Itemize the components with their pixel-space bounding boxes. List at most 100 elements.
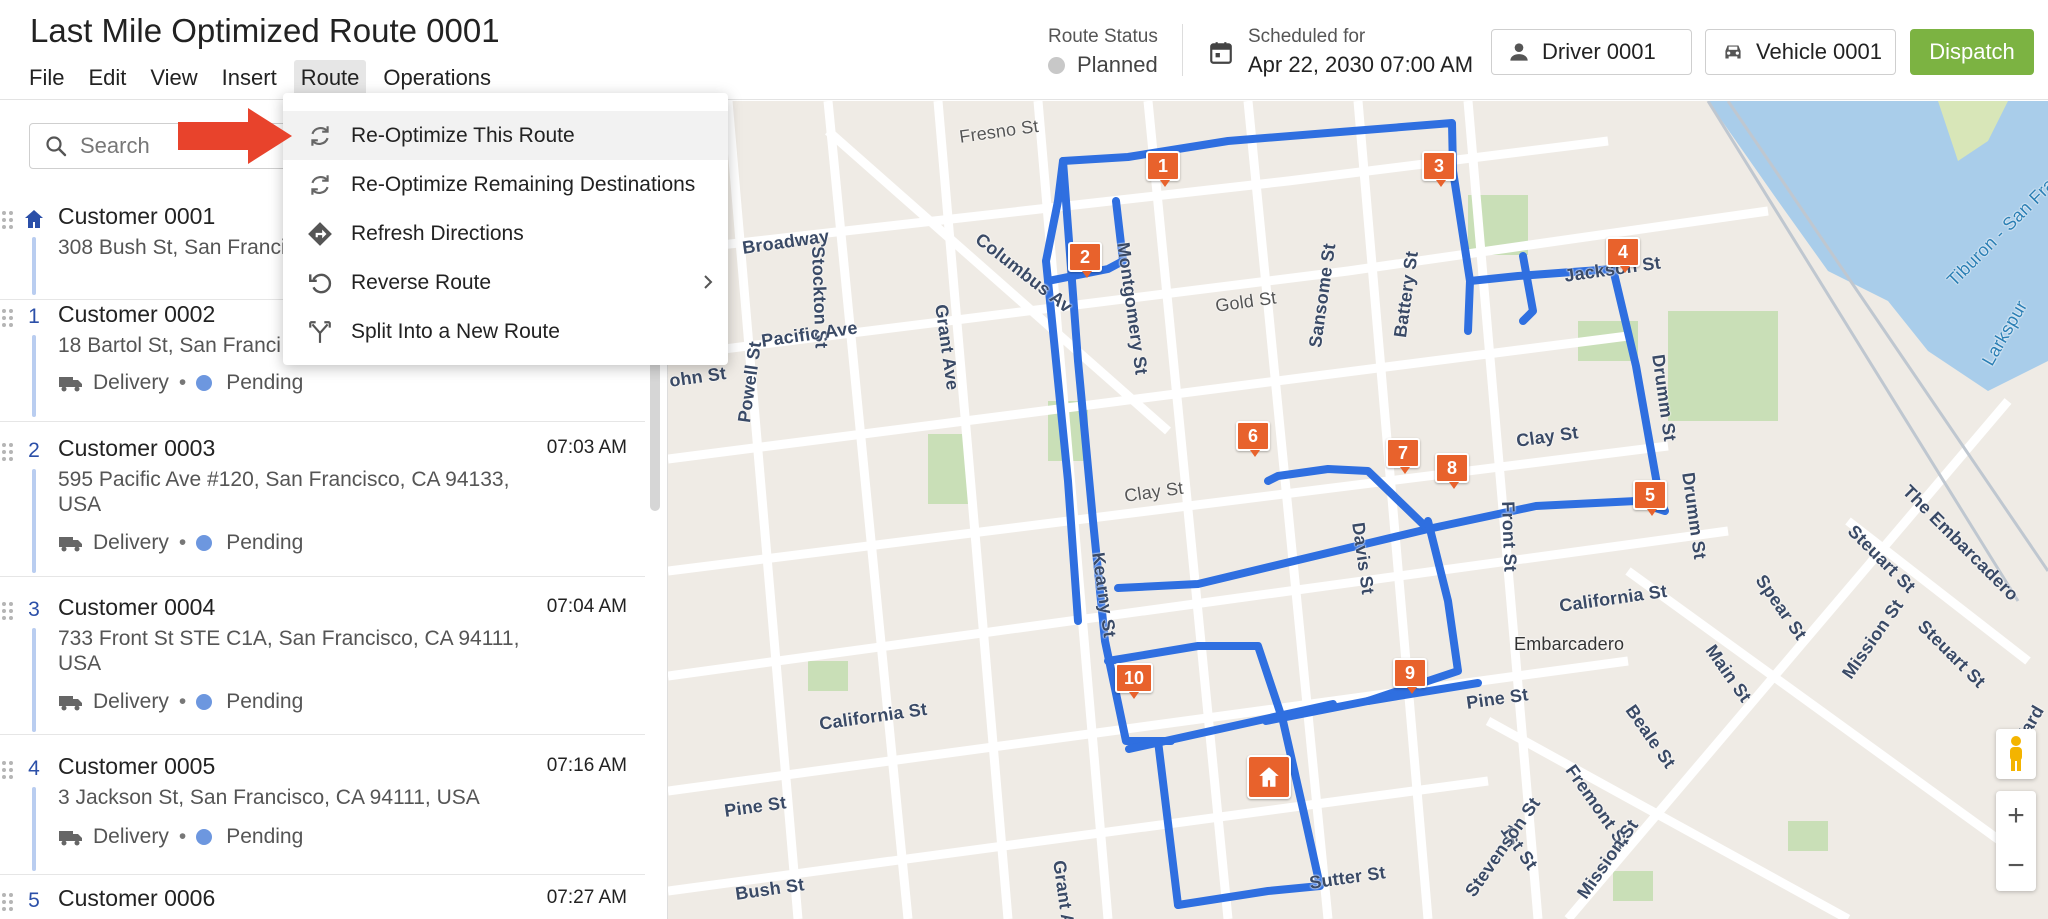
menu-item-refresh-directions[interactable]: Refresh Directions — [283, 209, 728, 258]
vehicle-button[interactable]: Vehicle 0001 — [1705, 29, 1896, 75]
drag-handle-icon[interactable] — [2, 211, 14, 229]
street-view-pegman[interactable] — [1996, 729, 2036, 779]
menu-item-label: Re-Optimize This Route — [351, 123, 575, 147]
stop-eta: 07:27 AM — [546, 887, 627, 908]
stop-eta: 07:16 AM — [546, 755, 627, 776]
undo-icon — [309, 273, 332, 293]
chevron-right-icon — [704, 275, 713, 289]
driver-label: Driver 0001 — [1542, 39, 1656, 64]
refresh-icon — [311, 125, 329, 146]
header: Last Mile Optimized Route 0001 File Edit… — [0, 0, 2048, 100]
stop-number: 2 — [28, 439, 40, 462]
route-status: Route Status Planned — [1048, 26, 1158, 78]
route-rail — [32, 628, 36, 732]
stop-status: Pending — [226, 690, 304, 713]
status-dot-icon — [1048, 56, 1065, 74]
zoom-out-button[interactable]: − — [1996, 841, 2036, 891]
home-icon — [1259, 767, 1279, 787]
route-status-label: Route Status — [1048, 26, 1158, 47]
stop-marker[interactable]: 8 — [1435, 453, 1469, 489]
search-icon — [46, 136, 67, 157]
stop-type: Delivery — [93, 371, 169, 394]
list-item[interactable]: 5 Customer 0006 07:27 AM — [0, 885, 645, 919]
delivery-truck-icon — [59, 831, 82, 846]
status-dot-icon — [196, 535, 213, 551]
schedule-value: Apr 22, 2030 07:00 AM — [1248, 52, 1474, 77]
stop-marker[interactable]: 2 — [1068, 242, 1102, 278]
stop-status: Pending — [226, 371, 304, 394]
stop-name: Customer 0004 — [58, 594, 216, 620]
stop-number: 4 — [28, 757, 40, 780]
vehicle-label: Vehicle 0001 — [1756, 39, 1882, 64]
drag-handle-icon[interactable] — [2, 309, 14, 327]
menu-item-reoptimize-remaining[interactable]: Re-Optimize Remaining Destinations — [283, 160, 728, 209]
menu-item-reverse-route[interactable]: Reverse Route — [283, 258, 728, 307]
route-status-value: Planned — [1077, 52, 1158, 77]
delivery-truck-icon — [59, 537, 82, 552]
menu-file[interactable]: File — [22, 60, 71, 96]
driver-button[interactable]: Driver 0001 — [1491, 29, 1692, 75]
menu-item-label: Split Into a New Route — [351, 319, 560, 343]
stop-marker[interactable]: 5 — [1633, 480, 1667, 516]
stop-marker[interactable]: 4 — [1606, 237, 1640, 273]
zoom-control: + − — [1996, 791, 2036, 891]
stop-address: 3 Jackson St, San Francisco, CA 94111, U… — [58, 786, 480, 809]
stop-eta: 07:04 AM — [546, 596, 627, 617]
menu-item-label: Reverse Route — [351, 270, 492, 294]
stop-number: 3 — [28, 598, 40, 621]
map-canvas[interactable] — [668, 101, 2048, 919]
page-title: Last Mile Optimized Route 0001 — [30, 12, 500, 49]
menu-edit[interactable]: Edit — [81, 60, 133, 96]
stop-marker[interactable]: 3 — [1422, 151, 1456, 187]
list-item[interactable]: 4 Customer 0005 07:16 AM 3 Jackson St, S… — [0, 753, 645, 875]
stop-address: 595 Pacific Ave #120, San Francisco, CA … — [58, 468, 510, 516]
street-label: Front St — [1498, 501, 1521, 573]
stop-number: 1 — [28, 305, 40, 328]
status-dot-icon — [196, 375, 213, 391]
delivery-truck-icon — [59, 696, 82, 711]
stop-name: Customer 0005 — [58, 753, 216, 779]
menu-insert[interactable]: Insert — [215, 60, 284, 96]
list-item[interactable]: 3 Customer 0004 07:04 AM 733 Front St ST… — [0, 594, 645, 735]
drag-handle-icon[interactable] — [2, 893, 14, 911]
stop-address: 733 Front St STE C1A, San Francisco, CA … — [58, 627, 520, 675]
schedule[interactable]: Scheduled for Apr 22, 2030 07:00 AM — [1208, 26, 1473, 78]
drag-handle-icon[interactable] — [2, 761, 14, 779]
schedule-label: Scheduled for — [1248, 26, 1366, 47]
menu-route[interactable]: Route — [293, 60, 367, 96]
refresh-icon — [311, 174, 329, 195]
menu-item-split-route[interactable]: Split Into a New Route — [283, 307, 728, 356]
stop-marker[interactable]: 7 — [1386, 438, 1420, 474]
stop-type: Delivery — [93, 825, 169, 848]
street-label: Embarcadero — [1514, 634, 1625, 654]
annotation-arrow-icon — [178, 108, 292, 164]
stop-marker[interactable]: 1 — [1146, 151, 1180, 187]
search-placeholder: Search — [80, 133, 150, 158]
stop-type: Delivery — [93, 531, 169, 554]
stop-status: Pending — [226, 825, 304, 848]
stop-marker[interactable]: 6 — [1236, 421, 1270, 457]
stop-eta: 07:03 AM — [546, 437, 627, 458]
depot-marker[interactable] — [1247, 755, 1291, 799]
stop-marker[interactable]: 10 — [1115, 663, 1153, 699]
split-icon — [309, 320, 331, 343]
stop-name: Customer 0002 — [58, 301, 216, 327]
route-map[interactable]: Fresno St Stockton St Broadway Grant Ave… — [668, 101, 2048, 919]
status-dot-icon — [196, 694, 213, 710]
drag-handle-icon[interactable] — [2, 443, 14, 461]
menu-item-label: Refresh Directions — [351, 221, 524, 245]
delivery-truck-icon — [59, 377, 82, 392]
dispatch-button[interactable]: Dispatch — [1910, 29, 2034, 75]
menu-item-reoptimize-route[interactable]: Re-Optimize This Route — [283, 111, 728, 160]
divider — [1182, 24, 1183, 76]
menu-view[interactable]: View — [143, 60, 204, 96]
directions-icon — [308, 221, 332, 246]
list-item[interactable]: 2 Customer 0003 07:03 AM 595 Pacific Ave… — [0, 435, 645, 577]
zoom-in-button[interactable]: + — [1996, 791, 2036, 841]
menu-operations[interactable]: Operations — [376, 60, 498, 96]
route-rail — [32, 237, 36, 295]
drag-handle-icon[interactable] — [2, 602, 14, 620]
car-icon — [1725, 45, 1741, 59]
stop-marker[interactable]: 9 — [1393, 658, 1427, 694]
status-dot-icon — [196, 829, 213, 845]
